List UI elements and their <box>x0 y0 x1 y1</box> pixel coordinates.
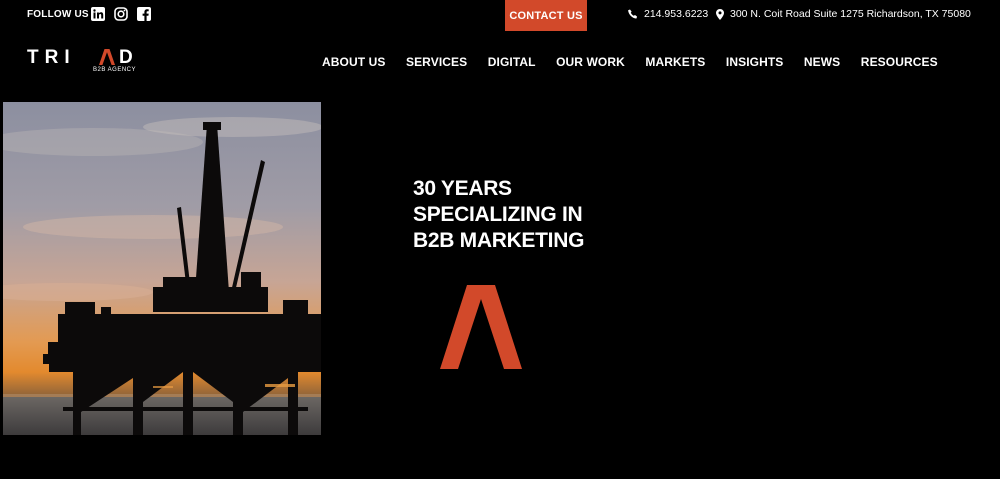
facebook-icon[interactable] <box>137 7 151 21</box>
linkedin-icon[interactable] <box>91 7 105 21</box>
map-pin-icon <box>716 8 724 20</box>
nav-item-our-work[interactable]: OUR WORK <box>556 55 625 69</box>
nav-item-insights[interactable]: INSIGHTS <box>726 55 783 69</box>
logo-a-chevron-icon <box>99 49 115 65</box>
phone-number: 214.953.6223 <box>644 8 709 20</box>
hero-line-2: SPECIALIZING IN <box>413 203 583 226</box>
nav-item-digital[interactable]: DIGITAL <box>488 55 536 69</box>
triad-logo[interactable]: TRI D B2B AGENCY <box>27 47 139 77</box>
instagram-icon[interactable] <box>114 7 128 21</box>
hero-headline: 30 YEARS SPECIALIZING IN B2B MARKETING <box>413 176 584 254</box>
logo-wordmark-right: D <box>119 47 133 68</box>
hero-line-1: 30 YEARS <box>413 177 512 200</box>
triad-a-mark-icon <box>440 285 522 369</box>
oil-rig-sunset-image <box>3 102 321 435</box>
phone-link[interactable]: 214.953.6223 <box>628 8 708 20</box>
phone-icon <box>628 9 638 19</box>
contact-us-button[interactable]: CONTACT US <box>505 0 587 31</box>
logo-tagline: B2B AGENCY <box>93 67 137 73</box>
nav-item-markets[interactable]: MARKETS <box>645 55 705 69</box>
nav-item-about-us[interactable]: ABOUT US <box>322 55 385 69</box>
nav-item-news[interactable]: NEWS <box>804 55 840 69</box>
nav-item-resources[interactable]: RESOURCES <box>861 55 938 69</box>
nav-item-services[interactable]: SERVICES <box>406 55 467 69</box>
main-nav: ABOUT US SERVICES DIGITAL OUR WORK MARKE… <box>322 55 958 69</box>
logo-wordmark-left: TRI <box>27 47 76 68</box>
address-text: 300 N. Coit Road Suite 1275 Richardson, … <box>730 8 971 20</box>
follow-us-label: FOLLOW US <box>27 9 89 20</box>
address-link[interactable]: 300 N. Coit Road Suite 1275 Richardson, … <box>716 8 971 20</box>
hero-line-3: B2B MARKETING <box>413 229 585 252</box>
